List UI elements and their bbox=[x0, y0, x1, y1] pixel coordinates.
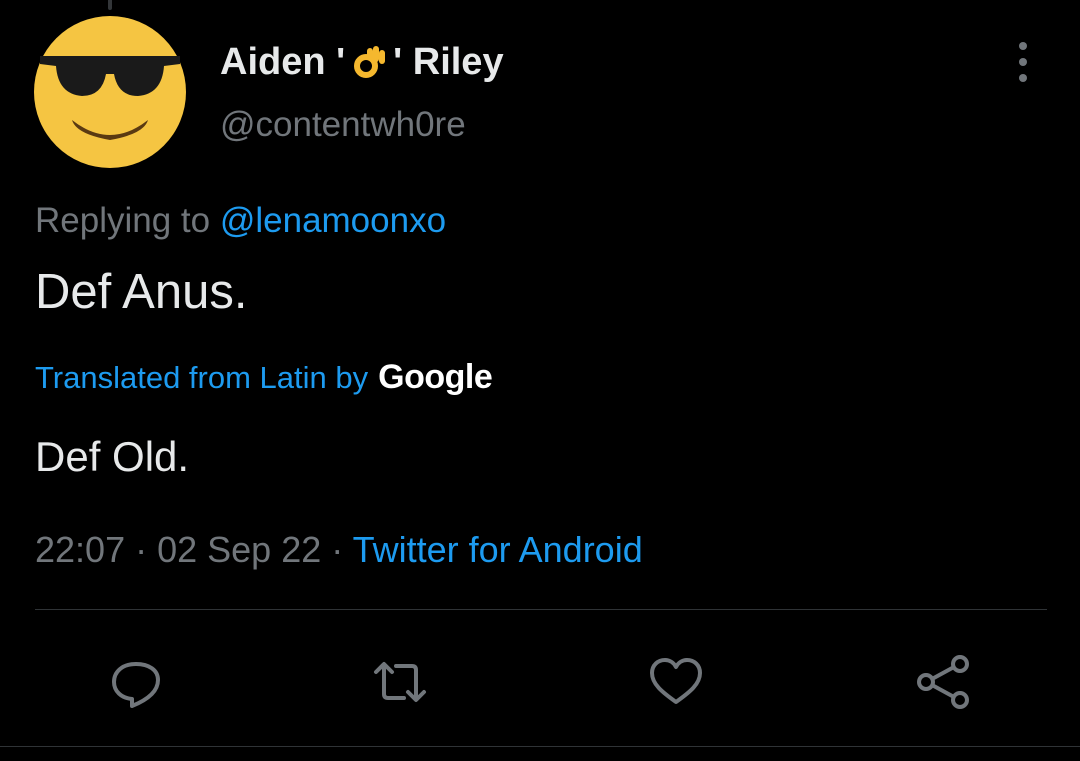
reply-mention-link[interactable]: @lenamoonxo bbox=[220, 201, 446, 240]
tweet-date[interactable]: 02 Sep 22 bbox=[157, 529, 321, 570]
author-handle[interactable]: @contentwh0re bbox=[220, 103, 504, 147]
reply-icon bbox=[112, 662, 160, 708]
meta-separator: · bbox=[125, 529, 158, 570]
divider bbox=[0, 746, 1080, 747]
author-display-name[interactable]: Aiden ' ' Riley bbox=[220, 38, 504, 86]
replying-to: Replying to @lenamoonxo bbox=[35, 199, 446, 243]
sunglasses-face-icon bbox=[34, 16, 186, 168]
like-icon bbox=[650, 658, 702, 704]
reply-button[interactable] bbox=[108, 654, 164, 710]
tweet-time[interactable]: 22:07 bbox=[35, 529, 125, 570]
translation-label: Translated from Latin by bbox=[35, 360, 369, 395]
like-button[interactable] bbox=[648, 654, 704, 710]
meta-separator: · bbox=[321, 529, 353, 570]
dot-icon bbox=[1019, 74, 1027, 82]
author-block: Aiden ' ' Riley @contentwh0re bbox=[220, 38, 504, 147]
divider bbox=[35, 609, 1047, 610]
author-name-part-1: Aiden ' bbox=[220, 41, 346, 83]
dot-icon bbox=[1019, 42, 1027, 50]
thread-connector-line bbox=[108, 0, 112, 10]
translation-attribution[interactable]: Translated from Latin by Google bbox=[35, 355, 493, 400]
replying-to-label: Replying to bbox=[35, 201, 220, 240]
tweet-source-link[interactable]: Twitter for Android bbox=[353, 529, 643, 570]
google-logo: Google bbox=[378, 358, 493, 396]
translated-text: Def Old. bbox=[35, 433, 190, 480]
tweet-meta: 22:07 · 02 Sep 22 · Twitter for Android bbox=[35, 527, 643, 573]
share-icon bbox=[917, 655, 969, 709]
retweet-button[interactable] bbox=[372, 654, 428, 710]
avatar[interactable] bbox=[34, 16, 186, 168]
share-button[interactable] bbox=[916, 654, 972, 710]
dot-icon bbox=[1019, 58, 1027, 66]
ok-hand-emoji-icon bbox=[349, 42, 389, 82]
more-options-button[interactable] bbox=[1008, 42, 1038, 82]
tweet-text: Def Anus. bbox=[35, 265, 248, 319]
author-name-part-2: ' Riley bbox=[393, 41, 504, 83]
retweet-icon bbox=[374, 662, 426, 702]
